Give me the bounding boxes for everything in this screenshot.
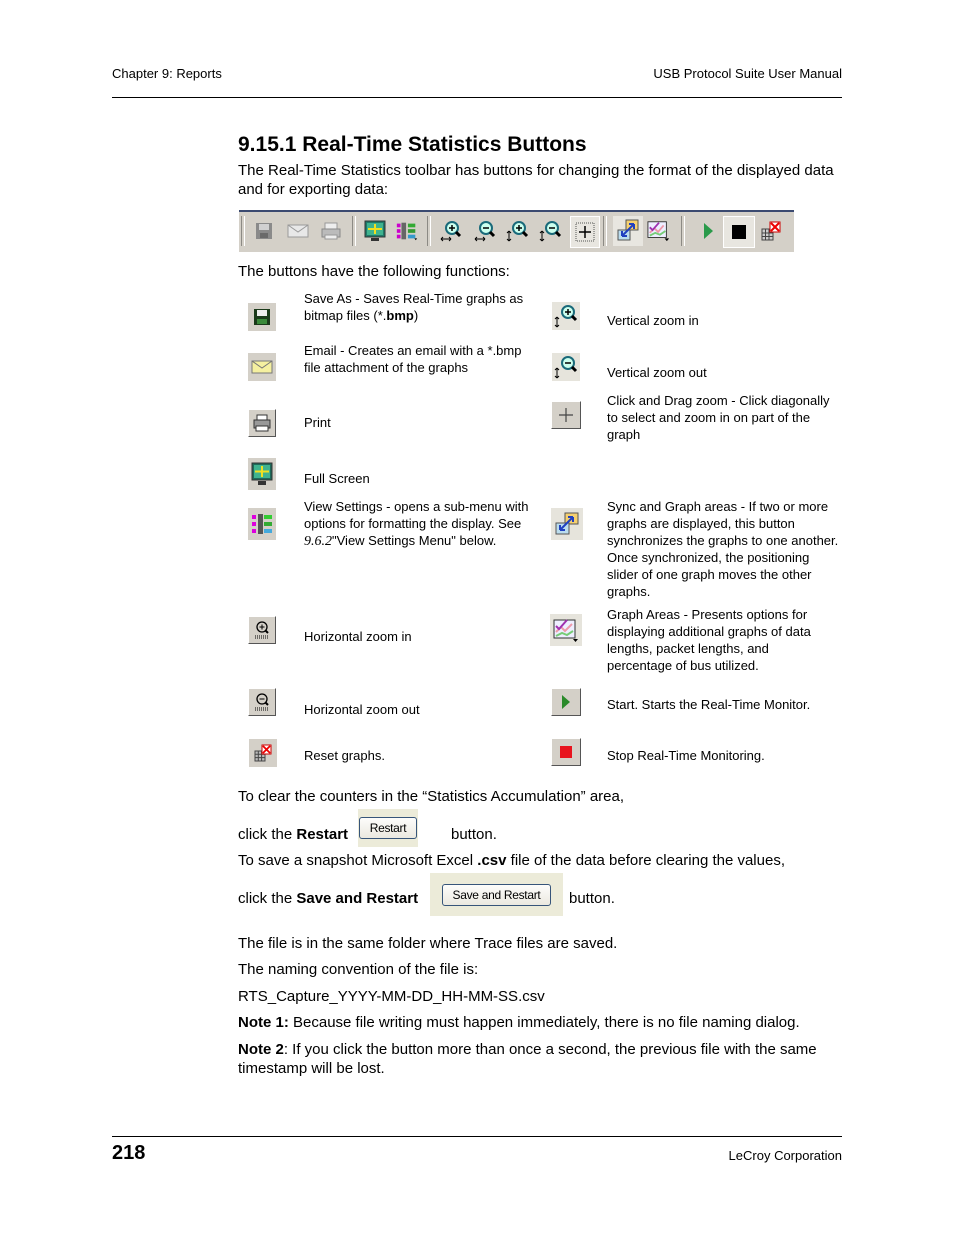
horizontal-zoom-in-icon[interactable] — [439, 219, 463, 243]
restart-button-suffix: button. — [451, 826, 497, 843]
horizontal-zoom-out-icon — [248, 688, 276, 716]
restart-button[interactable]: Restart — [358, 817, 418, 839]
footer-rule — [112, 1136, 842, 1137]
section-intro: The Real-Time Statistics toolbar has but… — [238, 162, 834, 198]
full-screen-icon[interactable] — [363, 219, 387, 243]
start-icon[interactable] — [696, 219, 720, 243]
page-number: 218 — [112, 1142, 146, 1164]
print-icon[interactable] — [319, 219, 343, 243]
filename-pattern: RTS_Capture_YYYY-MM-DD_HH-MM-SS.csv — [238, 988, 545, 1005]
note-1: Note 1: Because file writing must happen… — [238, 1014, 800, 1031]
horizontal-zoom-out-description: Horizontal zoom out — [304, 702, 420, 717]
stop-description: Stop Real-Time Monitoring. — [607, 748, 765, 763]
email-icon — [248, 353, 276, 381]
save-and-restart-button[interactable]: Save and Restart — [441, 883, 552, 906]
vertical-zoom-in-icon — [552, 302, 580, 330]
vertical-zoom-in-description: Vertical zoom in — [607, 313, 699, 328]
horizontal-zoom-in-description: Horizontal zoom in — [304, 629, 412, 644]
view-settings-icon[interactable] — [395, 219, 419, 243]
functions-intro: The buttons have the following functions… — [238, 263, 510, 280]
save-icon[interactable] — [252, 219, 276, 243]
company-footer: LeCroy Corporation — [728, 1148, 842, 1163]
click-drag-zoom-description: Click and Drag zoom - Click diagonally t… — [607, 393, 830, 442]
print-description: Print — [304, 415, 331, 430]
full-screen-icon — [248, 458, 276, 490]
reset-graphs-description: Reset graphs. — [304, 748, 385, 763]
email-icon[interactable] — [286, 219, 310, 243]
clear-counters-text: To clear the counters in the “Statistics… — [238, 788, 625, 805]
sync-graphs-icon — [551, 508, 583, 540]
header-rule — [112, 97, 842, 98]
click-drag-zoom-icon — [551, 401, 581, 429]
graph-areas-icon[interactable] — [647, 219, 671, 243]
toolbar-separator — [427, 216, 431, 246]
restart-instruction: click the Restart — [238, 826, 349, 843]
graph-areas-description: Graph Areas - Presents options for displ… — [607, 607, 811, 673]
reset-graphs-icon — [249, 739, 277, 767]
start-description: Start. Starts the Real-Time Monitor. — [607, 697, 811, 712]
graph-areas-icon — [550, 614, 582, 646]
stop-icon[interactable] — [723, 216, 755, 248]
chapter-header: Chapter 9: Reports — [112, 66, 222, 81]
save-restart-instruction: click the Save and Restart — [238, 890, 419, 907]
toolbar-grip — [241, 216, 245, 246]
vertical-zoom-out-icon — [552, 353, 580, 381]
restart-button-screenshot: Restart — [358, 809, 418, 847]
save-as-description: Save As - Saves Real-Time graphs as bitm… — [304, 291, 524, 323]
vertical-zoom-out-icon[interactable] — [538, 219, 562, 243]
naming-convention-text: The naming convention of the file is: — [238, 961, 479, 978]
save-restart-button-screenshot: Save and Restart — [430, 873, 563, 916]
sync-graphs-description: Sync and Graph areas - If two or more gr… — [607, 499, 839, 599]
note-2: Note 2: If you click the button more tha… — [238, 1041, 817, 1077]
click-drag-zoom-icon[interactable] — [570, 216, 600, 248]
save-icon — [248, 303, 276, 331]
full-screen-description: Full Screen — [304, 471, 370, 486]
print-icon — [248, 409, 276, 437]
toolbar-separator — [603, 216, 607, 246]
manual-title-header: USB Protocol Suite User Manual — [653, 66, 842, 81]
view-settings-description: View Settings - opens a sub-menu with op… — [304, 499, 529, 549]
toolbar-separator — [681, 216, 685, 246]
start-icon — [551, 688, 581, 716]
vertical-zoom-in-icon[interactable] — [505, 219, 529, 243]
email-description: Email - Creates an email with a *.bmp fi… — [304, 343, 522, 375]
horizontal-zoom-out-icon[interactable] — [473, 219, 497, 243]
file-location-text: The file is in the same folder where Tra… — [238, 935, 618, 952]
vertical-zoom-out-description: Vertical zoom out — [607, 365, 707, 380]
section-title: 9.15.1 Real-Time Statistics Buttons — [238, 133, 587, 156]
stop-icon — [551, 738, 581, 766]
save-snapshot-text: To save a snapshot Microsoft Excel .csv … — [238, 852, 785, 869]
view-settings-icon — [248, 508, 276, 540]
reset-graphs-icon[interactable] — [759, 219, 783, 243]
sync-graphs-icon[interactable] — [613, 216, 643, 246]
realtime-statistics-toolbar — [239, 210, 794, 252]
toolbar-separator — [352, 216, 356, 246]
horizontal-zoom-in-icon — [248, 616, 276, 644]
save-restart-button-suffix: button. — [569, 890, 615, 907]
